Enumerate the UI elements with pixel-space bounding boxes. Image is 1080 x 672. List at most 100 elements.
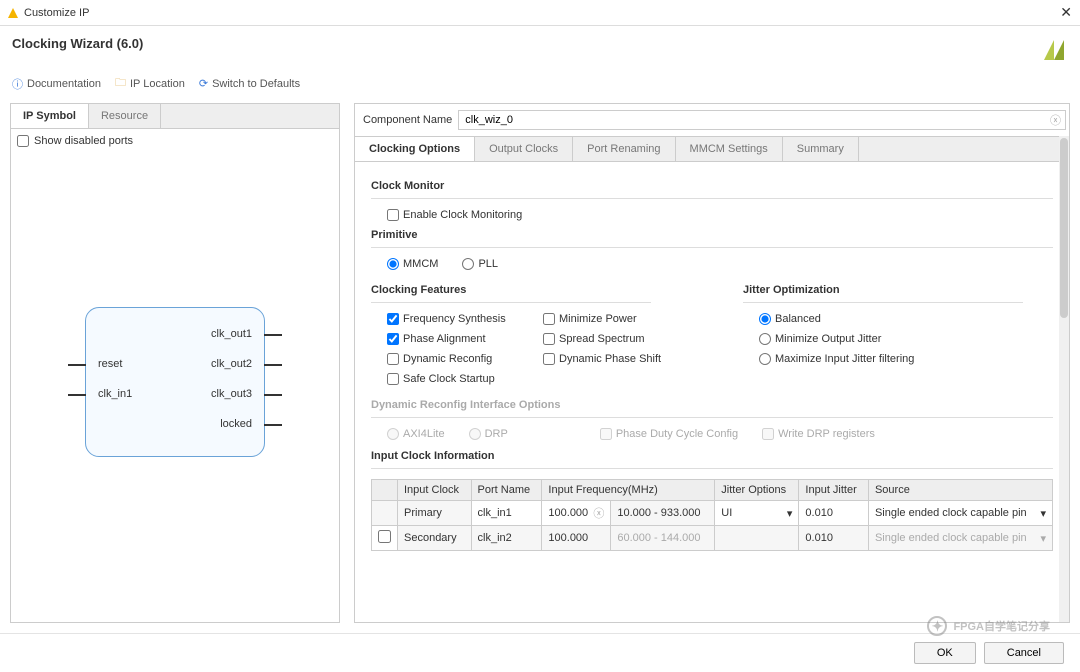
jitter-min-output-radio[interactable]: Minimize Output Jitter: [759, 333, 1007, 345]
cell-name: Primary: [398, 501, 472, 526]
cell-range: 60.000 - 144.000: [611, 526, 715, 551]
port-clk-out2: clk_out2: [211, 358, 252, 370]
port-locked: locked: [220, 418, 252, 430]
input-clock-table: Input Clock Port Name Input Frequency(MH…: [371, 479, 1053, 551]
subtabs: Clocking Options Output Clocks Port Rena…: [355, 136, 1069, 162]
port-clk-out1: clk_out1: [211, 328, 252, 340]
cell-jitter-opt: [715, 526, 799, 551]
jitter-max-input-radio[interactable]: Maximize Input Jitter filtering: [759, 353, 1007, 365]
th-input-freq: Input Frequency(MHz): [542, 480, 715, 501]
phase-duty-checkbox: Phase Duty Cycle Config: [600, 428, 738, 440]
ip-symbol-area: reset clk_in1 clk_out1 clk_out2 clk_out3…: [17, 147, 333, 616]
scrollthumb[interactable]: [1060, 138, 1068, 318]
clear-icon[interactable]: ⓧ: [1050, 112, 1061, 128]
tab-resource[interactable]: Resource: [89, 104, 161, 128]
primitive-mmcm-radio[interactable]: MMCM: [387, 258, 438, 270]
cell-freq: 100.000: [542, 526, 611, 551]
table-header-row: Input Clock Port Name Input Frequency(MH…: [372, 480, 1053, 501]
documentation-label: Documentation: [27, 78, 101, 90]
cell-name: Secondary: [398, 526, 472, 551]
subtab-mmcm-settings[interactable]: MMCM Settings: [676, 137, 783, 161]
ip-location-label: IP Location: [130, 78, 185, 90]
th-source: Source: [868, 480, 1052, 501]
port-clk-out3: clk_out3: [211, 388, 252, 400]
app-icon: [8, 8, 18, 18]
close-icon[interactable]: ✕: [1060, 4, 1072, 21]
right-panel: Component Name ⓧ Clocking Options Output…: [354, 103, 1070, 623]
switch-defaults-link[interactable]: ⟳ Switch to Defaults: [199, 74, 300, 93]
freq-synth-checkbox[interactable]: Frequency Synthesis: [387, 313, 527, 325]
toolbar: ⓘ Documentation 🗀 IP Location ⟳ Switch t…: [0, 68, 1080, 103]
pin-clk-out2: [264, 364, 282, 366]
primitive-pll-radio[interactable]: PLL: [462, 258, 498, 270]
dynamic-reconfig-checkbox[interactable]: Dynamic Reconfig: [387, 353, 527, 365]
footer: OK Cancel: [0, 633, 1080, 672]
cell-source[interactable]: Single ended clock capable pin▾: [868, 501, 1052, 526]
pin-reset: [68, 364, 86, 366]
chevron-down-icon[interactable]: ▾: [1040, 507, 1046, 520]
clear-icon[interactable]: ⓧ: [593, 505, 604, 521]
left-body: Show disabled ports reset clk_in1 clk_ou…: [11, 129, 339, 622]
pin-clk-out1: [264, 334, 282, 336]
switch-defaults-label: Switch to Defaults: [212, 78, 300, 90]
min-power-checkbox[interactable]: Minimize Power: [543, 313, 683, 325]
left-tabs: IP Symbol Resource: [11, 104, 339, 129]
documentation-link[interactable]: ⓘ Documentation: [12, 74, 101, 93]
subtab-summary[interactable]: Summary: [783, 137, 859, 161]
table-row: Secondary clk_in2 100.000 60.000 - 144.0…: [372, 526, 1053, 551]
chevron-down-icon[interactable]: ▾: [787, 507, 793, 520]
cell-jitter: 0.010: [799, 526, 869, 551]
axi4lite-radio: AXI4Lite: [387, 428, 445, 440]
drp-radio: DRP: [469, 428, 508, 440]
section-clock-monitor: Clock Monitor: [371, 180, 1053, 192]
header: Clocking Wizard (6.0): [0, 26, 1080, 68]
enable-clock-monitoring-checkbox[interactable]: Enable Clock Monitoring: [387, 209, 522, 221]
titlebar: Customize IP ✕: [0, 0, 1080, 26]
subtab-port-renaming[interactable]: Port Renaming: [573, 137, 675, 161]
show-disabled-ports-label: Show disabled ports: [34, 135, 133, 147]
enable-clock-monitoring-label: Enable Clock Monitoring: [403, 209, 522, 221]
port-reset: reset: [98, 358, 122, 370]
cell-source: Single ended clock capable pin▾: [868, 526, 1052, 551]
chevron-down-icon: ▾: [1040, 532, 1046, 545]
window-title: Customize IP: [24, 7, 89, 19]
pin-clk-in1: [68, 394, 86, 396]
cell-range: 10.000 - 933.000: [611, 501, 715, 526]
pin-clk-out3: [264, 394, 282, 396]
ok-button[interactable]: OK: [914, 642, 976, 664]
cell-freq[interactable]: 100.000ⓧ: [542, 501, 611, 526]
phase-align-checkbox[interactable]: Phase Alignment: [387, 333, 527, 345]
cell-enable[interactable]: [372, 526, 398, 551]
component-name-label: Component Name: [363, 114, 452, 126]
component-name-input[interactable]: [458, 110, 1066, 130]
section-clocking-features: Clocking Features: [371, 284, 683, 296]
tab-ip-symbol[interactable]: IP Symbol: [11, 104, 89, 128]
dynamic-phase-shift-checkbox[interactable]: Dynamic Phase Shift: [543, 353, 683, 365]
page-title: Clocking Wizard (6.0): [12, 36, 143, 51]
cell-jitter[interactable]: 0.010: [799, 501, 869, 526]
cancel-button[interactable]: Cancel: [984, 642, 1064, 664]
section-dynamic-reconfig-options: Dynamic Reconfig Interface Options: [371, 399, 1053, 411]
cell-port[interactable]: clk_in1: [471, 501, 542, 526]
jitter-balanced-radio[interactable]: Balanced: [759, 313, 1007, 325]
section-jitter-optimization: Jitter Optimization: [743, 284, 1023, 296]
subtab-clocking-options[interactable]: Clocking Options: [355, 137, 475, 161]
section-primitive: Primitive: [371, 229, 1053, 241]
safe-clock-checkbox[interactable]: Safe Clock Startup: [387, 373, 527, 385]
folder-icon: 🗀: [115, 74, 126, 93]
show-disabled-ports-checkbox[interactable]: Show disabled ports: [17, 135, 333, 147]
content: Clock Monitor Enable Clock Monitoring Pr…: [355, 162, 1069, 622]
subtab-output-clocks[interactable]: Output Clocks: [475, 137, 573, 161]
write-drp-checkbox: Write DRP registers: [762, 428, 875, 440]
port-clk-in1: clk_in1: [98, 388, 132, 400]
spread-spectrum-checkbox[interactable]: Spread Spectrum: [543, 333, 683, 345]
refresh-icon: ⟳: [199, 77, 208, 90]
ip-location-link[interactable]: 🗀 IP Location: [115, 74, 185, 93]
scrollbar[interactable]: [1059, 136, 1069, 622]
cell-jitter-opt[interactable]: UI▾: [715, 501, 799, 526]
enable-clock-monitoring-input[interactable]: [387, 209, 399, 221]
th-port-name: Port Name: [471, 480, 542, 501]
table-row: Primary clk_in1 100.000ⓧ 10.000 - 933.00…: [372, 501, 1053, 526]
show-disabled-ports-input[interactable]: [17, 135, 29, 147]
left-panel: IP Symbol Resource Show disabled ports r…: [10, 103, 340, 623]
